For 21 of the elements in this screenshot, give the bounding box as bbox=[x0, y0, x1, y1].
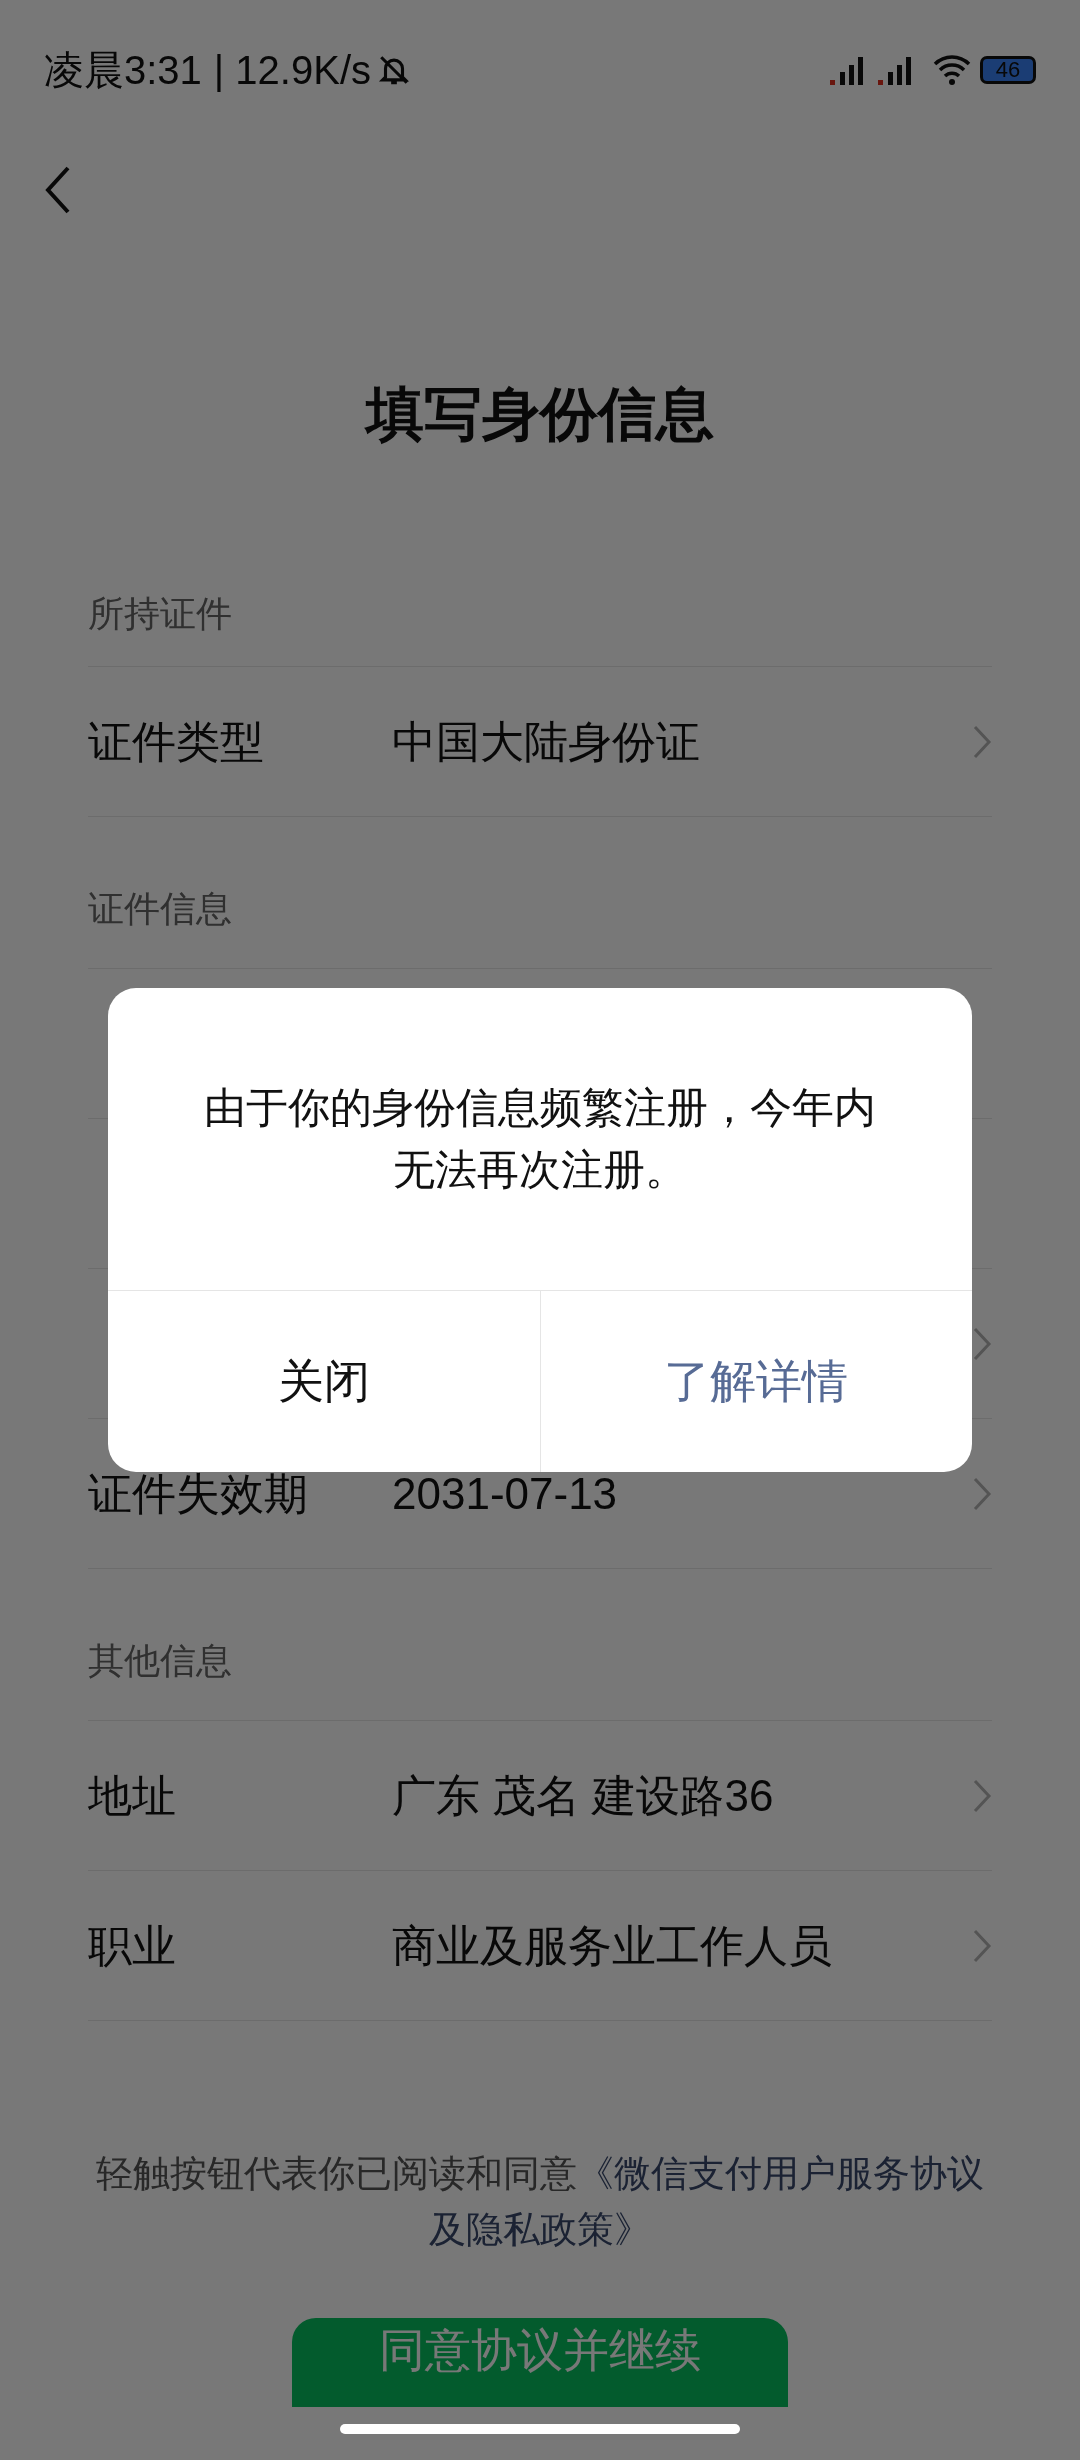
agree-continue-button[interactable]: 同意协议并继续 bbox=[292, 2318, 788, 2407]
agreement-text: 轻触按钮代表你已阅读和同意《微信支付用户服务协议 及隐私政策》 bbox=[95, 2152, 985, 2252]
section-heading: 证件信息 bbox=[88, 887, 232, 931]
status-time: 凌晨3:31 bbox=[44, 47, 202, 94]
row-label: 地址 bbox=[88, 1769, 177, 1822]
row-label: 职业 bbox=[88, 1919, 177, 1972]
row-value: 广东 茂名 建设路36 bbox=[392, 1769, 774, 1822]
row-label: 证件类型 bbox=[88, 715, 265, 768]
row-value: 中国大陆身份证 bbox=[392, 715, 700, 768]
dialog-message: 由于你的身份信息频繁注册，今年内无法再次注册。 bbox=[203, 1083, 877, 1195]
agreement-link[interactable]: 《微信支付用户服务协议 bbox=[577, 2153, 984, 2194]
row-value: 商业及服务业工作人员 bbox=[392, 1919, 832, 1972]
agreement-link[interactable]: 及隐私政策》 bbox=[429, 2209, 651, 2250]
battery-level: 46 bbox=[995, 59, 1021, 81]
wifi-icon bbox=[932, 52, 972, 88]
network-speed: | 12.9K/s bbox=[213, 47, 371, 94]
section-heading: 其他信息 bbox=[88, 1639, 232, 1683]
section-heading: 所持证件 bbox=[88, 592, 232, 636]
page-title: 填写身份信息 bbox=[363, 380, 715, 448]
bell-off-icon bbox=[377, 53, 411, 87]
learn-more-button[interactable]: 了解详情 bbox=[539, 1291, 972, 1472]
